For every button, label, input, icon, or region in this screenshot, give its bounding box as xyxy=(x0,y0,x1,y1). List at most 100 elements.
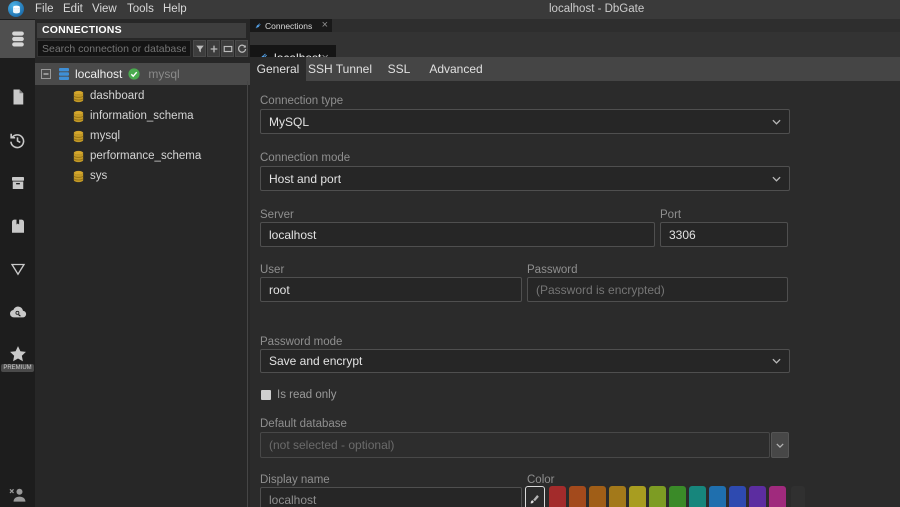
activity-archive[interactable] xyxy=(0,171,35,195)
filter-button[interactable] xyxy=(193,40,206,57)
color-swatch[interactable] xyxy=(589,486,606,507)
color-swatch[interactable] xyxy=(569,486,586,507)
port-label: Port xyxy=(660,209,681,221)
tree-db-sys[interactable]: sys xyxy=(35,166,250,186)
password-input[interactable] xyxy=(527,277,788,302)
star-icon xyxy=(8,344,28,364)
password-label: Password xyxy=(527,264,578,276)
db-name: dashboard xyxy=(90,90,144,102)
tree-connection-localhost[interactable]: localhost mysql xyxy=(35,63,250,85)
menu-help[interactable]: Help xyxy=(159,0,191,19)
tab-ssl[interactable]: SSL xyxy=(374,57,424,81)
activity-favorites[interactable] xyxy=(0,214,35,238)
person-x-icon xyxy=(8,485,27,504)
display-name-label: Display name xyxy=(260,474,330,486)
gold-database-icon xyxy=(72,170,85,183)
menu-file[interactable]: File xyxy=(31,0,58,19)
detail-tabs: General SSH Tunnel SSL Advanced xyxy=(250,57,900,81)
color-swatch[interactable] xyxy=(629,486,646,507)
tree-db-information-schema[interactable]: information_schema xyxy=(35,106,250,126)
connection-type-label: Connection type xyxy=(260,95,343,107)
plus-icon xyxy=(209,44,219,54)
color-swatch[interactable] xyxy=(729,486,746,507)
server-input[interactable] xyxy=(260,222,655,247)
main-area: Connections localhost General SSH Tunnel… xyxy=(250,19,900,507)
title-bar: File Edit View Tools Help localhost - Db… xyxy=(0,0,900,19)
default-database-placeholder: (not selected - optional) xyxy=(269,438,394,452)
collapse-icon[interactable] xyxy=(41,69,51,79)
activity-cloud[interactable] xyxy=(0,300,35,324)
default-database-dropdown-button[interactable] xyxy=(771,432,789,458)
db-name: information_schema xyxy=(90,110,194,122)
color-swatch[interactable] xyxy=(609,486,626,507)
tab-group-connections[interactable]: Connections xyxy=(250,19,332,32)
password-mode-select[interactable]: Save and encrypt xyxy=(260,349,790,373)
add-connection-button[interactable] xyxy=(207,40,220,57)
color-swatch[interactable] xyxy=(769,486,786,507)
tab-ssh-tunnel[interactable]: SSH Tunnel xyxy=(306,57,374,81)
activity-files[interactable] xyxy=(0,85,35,109)
gold-database-icon xyxy=(72,90,85,103)
color-swatch[interactable] xyxy=(549,486,566,507)
filter-icon xyxy=(195,44,205,54)
connections-panel-title: CONNECTIONS xyxy=(37,23,246,38)
refresh-button[interactable] xyxy=(235,40,248,57)
activity-query-designer[interactable] xyxy=(0,257,35,281)
color-swatch[interactable] xyxy=(689,486,706,507)
tab-advanced[interactable]: Advanced xyxy=(424,57,488,81)
db-name: sys xyxy=(90,170,107,182)
rectangle-icon xyxy=(223,44,233,54)
new-folder-button[interactable] xyxy=(221,40,234,57)
activity-connections-active[interactable] xyxy=(0,20,35,58)
connections-panel: CONNECTIONS localhost mysql dashboard in… xyxy=(35,19,250,507)
dbgate-logo-icon xyxy=(8,1,24,17)
search-input[interactable] xyxy=(37,40,191,57)
password-mode-value: Save and encrypt xyxy=(269,354,362,368)
gold-database-icon xyxy=(72,150,85,163)
menu-view[interactable]: View xyxy=(88,0,121,19)
tab-general[interactable]: General xyxy=(250,57,306,81)
color-none-button[interactable] xyxy=(525,486,545,507)
tab-group-bar: Connections xyxy=(250,19,900,32)
connection-engine: mysql xyxy=(148,67,179,81)
tree-db-performance-schema[interactable]: performance_schema xyxy=(35,146,250,166)
user-label: User xyxy=(260,264,284,276)
gold-database-icon xyxy=(72,110,85,123)
is-read-only-checkbox[interactable] xyxy=(261,390,271,400)
menu-tools[interactable]: Tools xyxy=(123,0,158,19)
port-input[interactable] xyxy=(660,222,788,247)
color-swatch[interactable] xyxy=(669,486,686,507)
default-database-label: Default database xyxy=(260,418,347,430)
display-name-input[interactable] xyxy=(260,487,522,507)
cloud-search-icon xyxy=(8,302,28,322)
database-icon xyxy=(0,27,35,51)
activity-premium[interactable] xyxy=(0,342,35,366)
color-swatch[interactable] xyxy=(649,486,666,507)
color-swatch-empty[interactable] xyxy=(791,486,805,507)
chevron-down-icon xyxy=(772,358,781,364)
connected-check-icon xyxy=(128,68,140,80)
connection-type-value: MySQL xyxy=(269,115,309,129)
activity-bar: PREMIUM xyxy=(0,19,35,507)
color-swatch[interactable] xyxy=(709,486,726,507)
connection-mode-select[interactable]: Host and port xyxy=(260,166,790,191)
history-icon xyxy=(8,131,27,150)
tab-group-label: Connections xyxy=(265,21,312,31)
close-icon[interactable] xyxy=(322,20,328,31)
panel-splitter[interactable] xyxy=(247,81,248,507)
tree-db-dashboard[interactable]: dashboard xyxy=(35,86,250,106)
user-input[interactable] xyxy=(260,277,522,302)
menu-edit[interactable]: Edit xyxy=(59,0,87,19)
tree-db-mysql[interactable]: mysql xyxy=(35,126,250,146)
activity-account[interactable] xyxy=(0,482,35,506)
paintbrush-icon xyxy=(529,493,541,505)
db-name: mysql xyxy=(90,130,120,142)
chevron-down-icon xyxy=(772,119,781,125)
default-database-combobox[interactable]: (not selected - optional) xyxy=(260,432,770,458)
color-swatch[interactable] xyxy=(749,486,766,507)
tab-bar: localhost xyxy=(250,32,900,57)
window-title: localhost - DbGate xyxy=(549,0,644,19)
activity-history[interactable] xyxy=(0,128,35,152)
premium-badge: PREMIUM xyxy=(1,364,34,372)
connection-type-select[interactable]: MySQL xyxy=(260,109,790,134)
